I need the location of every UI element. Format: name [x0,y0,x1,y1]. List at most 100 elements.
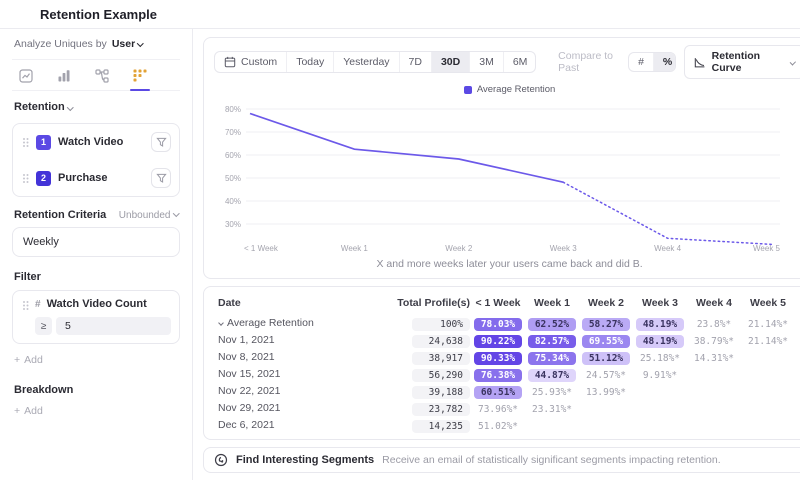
unbounded-dropdown[interactable]: Unbounded [119,210,179,221]
svg-text:70%: 70% [225,128,241,137]
chart-type-dropdown[interactable]: Retention Curve [684,45,800,79]
event-filter-button[interactable] [151,168,171,188]
column-header[interactable]: Week 5 [742,297,794,309]
event-name: Purchase [58,172,108,184]
retention-cell[interactable]: 48.19% [634,331,686,349]
number-property-icon: # [35,298,41,310]
format-count-button[interactable]: # [629,53,653,71]
drag-handle-icon[interactable] [23,173,25,176]
retention-section-toggle[interactable]: Retention [12,91,180,123]
retention-cell[interactable]: 90.22% [472,331,524,349]
row-date[interactable]: Average Retention [214,317,364,329]
retention-cell[interactable]: 82.57% [526,331,578,349]
retention-cell[interactable]: 78.03% [472,314,524,332]
report-type-tabs [12,60,180,91]
svg-text:Week 4: Week 4 [654,244,682,253]
range-button-3m[interactable]: 3M [469,52,503,72]
retention-cell[interactable]: 58.27% [580,314,632,332]
tab-flows[interactable] [94,68,110,90]
retention-cell[interactable]: 14.31%* [688,348,740,366]
event-row[interactable]: 1 Watch Video [13,124,179,160]
retention-cell[interactable]: 23.8%* [688,314,740,332]
column-header[interactable]: Week 4 [688,297,740,309]
retention-cell[interactable]: 44.87% [526,365,578,383]
analyze-uniques-dropdown[interactable]: User [112,38,144,50]
drag-handle-icon[interactable] [23,137,25,140]
event-filter-button[interactable] [151,132,171,152]
range-button-custom[interactable]: Custom [215,52,286,72]
tab-funnels[interactable] [56,68,72,90]
tab-retention[interactable] [130,68,150,91]
app-body: Analyze Uniques by User Retention 1 Watch… [0,28,800,480]
range-button-yesterday[interactable]: Yesterday [333,52,398,72]
range-button-today[interactable]: Today [286,52,333,72]
retention-cell[interactable]: 90.33% [472,348,524,366]
row-total-profiles: 23,782 [364,399,470,417]
event-index-badge: 1 [36,134,51,150]
format-percent-button[interactable]: % [652,53,676,71]
svg-text:Week 3: Week 3 [550,244,578,253]
event-name: Watch Video [58,136,124,148]
tab-insights[interactable] [18,68,34,90]
column-header[interactable]: Total Profile(s) [364,297,470,309]
retention-cell[interactable]: 13.99%* [580,382,632,400]
retention-cell[interactable]: 51.02%* [472,416,524,434]
table-row: Nov 29, 2021 23,782 73.96%* 23.31%* [214,399,800,416]
chart-caption: X and more weeks later your users came b… [376,258,643,270]
event-row[interactable]: 2 Purchase [13,160,179,196]
retention-curve-chart: 80% 70% 60% 50% 40% 30% < 1 Week Week 1 Week 2 We… [225,105,780,253]
column-header[interactable]: < 1 Week [472,297,524,309]
retention-cell[interactable]: 21.14%* [742,314,794,332]
add-breakdown-button[interactable]: + Add [12,403,180,427]
column-header[interactable]: Date [214,297,364,309]
table-row: Nov 15, 2021 56,290 76.38% 44.87% 24.57%* 9.9… [214,365,800,382]
column-header[interactable]: Week 2 [580,297,632,309]
retention-cell[interactable]: 60.51% [472,382,524,400]
column-header[interactable]: Week 3 [634,297,686,309]
row-total-profiles: 24,638 [364,331,470,349]
criteria-interval-select[interactable]: Weekly [12,227,180,257]
retention-cell[interactable]: 25.18%* [634,348,686,366]
filter-value-input[interactable]: 5 [56,317,171,335]
filter-operator-select[interactable]: ≥ [35,317,52,335]
retention-table-panel: Date Total Profile(s) < 1 Week Week 1 Week 2… [203,286,800,440]
drag-handle-icon[interactable] [23,301,25,303]
filter-property-name[interactable]: Watch Video Count [47,298,147,310]
column-header[interactable]: Week 1 [526,297,578,309]
legend-label: Average Retention [476,84,556,95]
table-row: Nov 22, 2021 39,188 60.51% 25.93%* 13.99%* [214,382,800,399]
find-segments-bar[interactable]: Find Interesting Segments Receive an ema… [203,447,800,473]
retention-cell[interactable]: 21.14%* [742,331,794,349]
event-index-badge: 2 [36,170,51,186]
compare-to-past-button[interactable]: Compare to Past [558,50,628,74]
retention-cell[interactable]: 24.57%* [580,365,632,383]
row-date: Nov 8, 2021 [218,350,275,363]
range-button-7d[interactable]: 7D [398,52,431,72]
titlebar: Retention Example [0,0,800,28]
retention-cell[interactable]: 38.79%* [688,331,740,349]
funnel-icon [155,173,167,183]
retention-cell[interactable]: 51.12% [580,348,632,366]
svg-text:60%: 60% [225,151,241,160]
retention-cell[interactable]: 48.19% [634,314,686,332]
retention-cell[interactable]: 23.31%* [526,399,578,417]
range-button-30d[interactable]: 30D [430,52,470,72]
retention-cell[interactable]: 69.55% [580,331,632,349]
calendar-icon [224,56,236,68]
retention-curve-icon [695,57,705,67]
retention-cell[interactable]: 76.38% [472,365,524,383]
row-total-profiles: 100% [364,314,470,332]
add-filter-button[interactable]: + Add [12,344,180,376]
expand-chevron-icon[interactable] [218,319,224,326]
retention-cell[interactable]: 62.52% [526,314,578,332]
range-button-6m[interactable]: 6M [502,52,535,72]
retention-cell[interactable]: 25.93%* [526,382,578,400]
retention-cell[interactable]: 9.91%* [634,365,686,383]
retention-criteria-row: Retention Criteria Unbounded [12,197,180,227]
row-date: Nov 29, 2021 [218,401,281,414]
svg-text:30%: 30% [225,220,241,229]
svg-text:Week 2: Week 2 [445,244,473,253]
row-date: Nov 1, 2021 [218,333,275,346]
retention-cell[interactable]: 75.34% [526,348,578,366]
retention-cell[interactable]: 73.96%* [472,399,524,417]
